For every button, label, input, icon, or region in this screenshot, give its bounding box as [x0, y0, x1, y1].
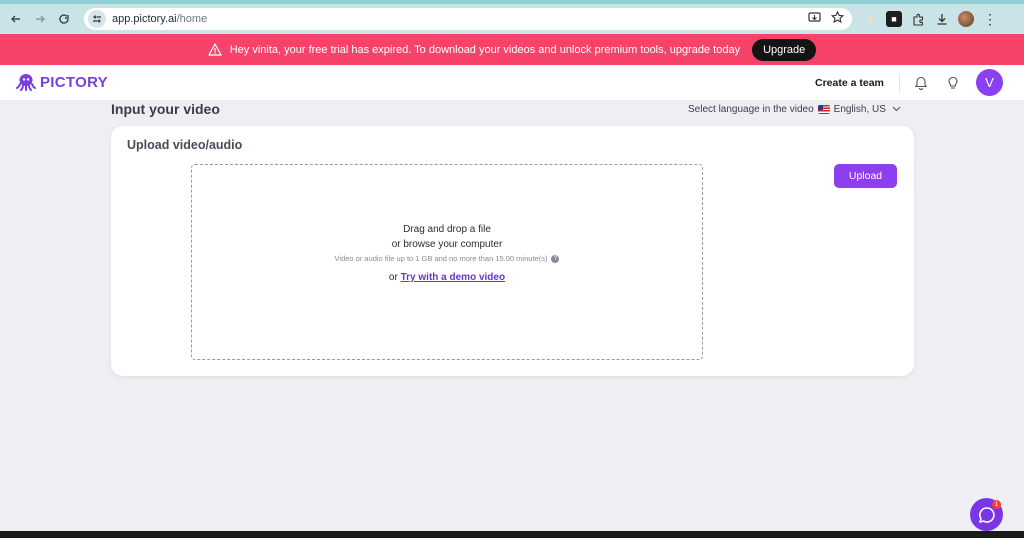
drag-drop-text: Drag and drop a file [403, 224, 491, 235]
upload-card: Upload video/audio Drag and drop a file … [111, 126, 914, 376]
file-limit-hint: Video or audio file up to 1 GB and no mo… [192, 254, 702, 263]
us-flag-icon [817, 105, 830, 114]
back-icon[interactable] [4, 7, 28, 31]
extension-triangle-icon[interactable] [862, 11, 878, 27]
card-title: Upload video/audio [127, 138, 243, 152]
demo-row: or Try with a demo video [192, 272, 702, 283]
address-bar[interactable]: app.pictory.ai/home [84, 8, 852, 30]
user-avatar[interactable]: V [976, 69, 1003, 96]
bookmark-star-icon[interactable] [830, 10, 845, 29]
file-limit-text: Video or audio file up to 1 GB and no mo… [334, 254, 548, 263]
reload-icon[interactable] [52, 7, 76, 31]
url-text: app.pictory.ai/home [112, 13, 208, 25]
bell-icon[interactable] [914, 75, 928, 95]
browser-toolbar: app.pictory.ai/home ■ ⋮ [0, 0, 1024, 34]
chat-icon [978, 506, 995, 523]
browser-profile-avatar[interactable] [958, 11, 974, 27]
download-icon[interactable] [934, 11, 950, 27]
banner-message: Hey vinita, your free trial has expired.… [229, 43, 741, 56]
language-label: Select language in the video [688, 104, 814, 115]
demo-video-link[interactable]: Try with a demo video [401, 272, 505, 283]
chat-notification-badge: 1 [992, 500, 1001, 509]
create-team-link[interactable]: Create a team [815, 77, 884, 89]
page-title: Input your video [111, 101, 220, 117]
browser-menu-icon[interactable]: ⋮ [982, 11, 998, 27]
os-taskbar [0, 531, 1024, 538]
browse-computer-link[interactable]: or browse your computer [192, 239, 702, 250]
forward-icon[interactable] [28, 7, 52, 31]
help-icon[interactable]: ? [551, 254, 560, 263]
app-header: PICTORY Create a team V [0, 65, 1024, 100]
extensions-puzzle-icon[interactable] [910, 11, 926, 27]
language-selector[interactable]: Select language in the video English, US [688, 104, 901, 115]
logo-text: PICTORY [40, 73, 108, 91]
install-app-icon[interactable] [808, 11, 821, 29]
warning-icon [208, 43, 222, 56]
trial-expired-banner: Hey vinita, your free trial has expired.… [0, 34, 1024, 65]
language-value: English, US [833, 104, 886, 115]
upload-button[interactable]: Upload [834, 164, 897, 188]
file-dropzone[interactable]: Drag and drop a file or browse your comp… [191, 164, 703, 360]
upgrade-button[interactable]: Upgrade [752, 38, 817, 61]
extension-icon[interactable]: ■ [886, 11, 902, 27]
header-divider [899, 74, 900, 92]
lightbulb-icon[interactable] [946, 75, 960, 95]
chevron-down-icon [892, 104, 901, 115]
site-info-icon[interactable] [88, 10, 106, 28]
demo-prefix: or [388, 272, 398, 283]
pictory-logo[interactable]: PICTORY [16, 72, 108, 92]
octopus-logo-icon [16, 74, 36, 91]
